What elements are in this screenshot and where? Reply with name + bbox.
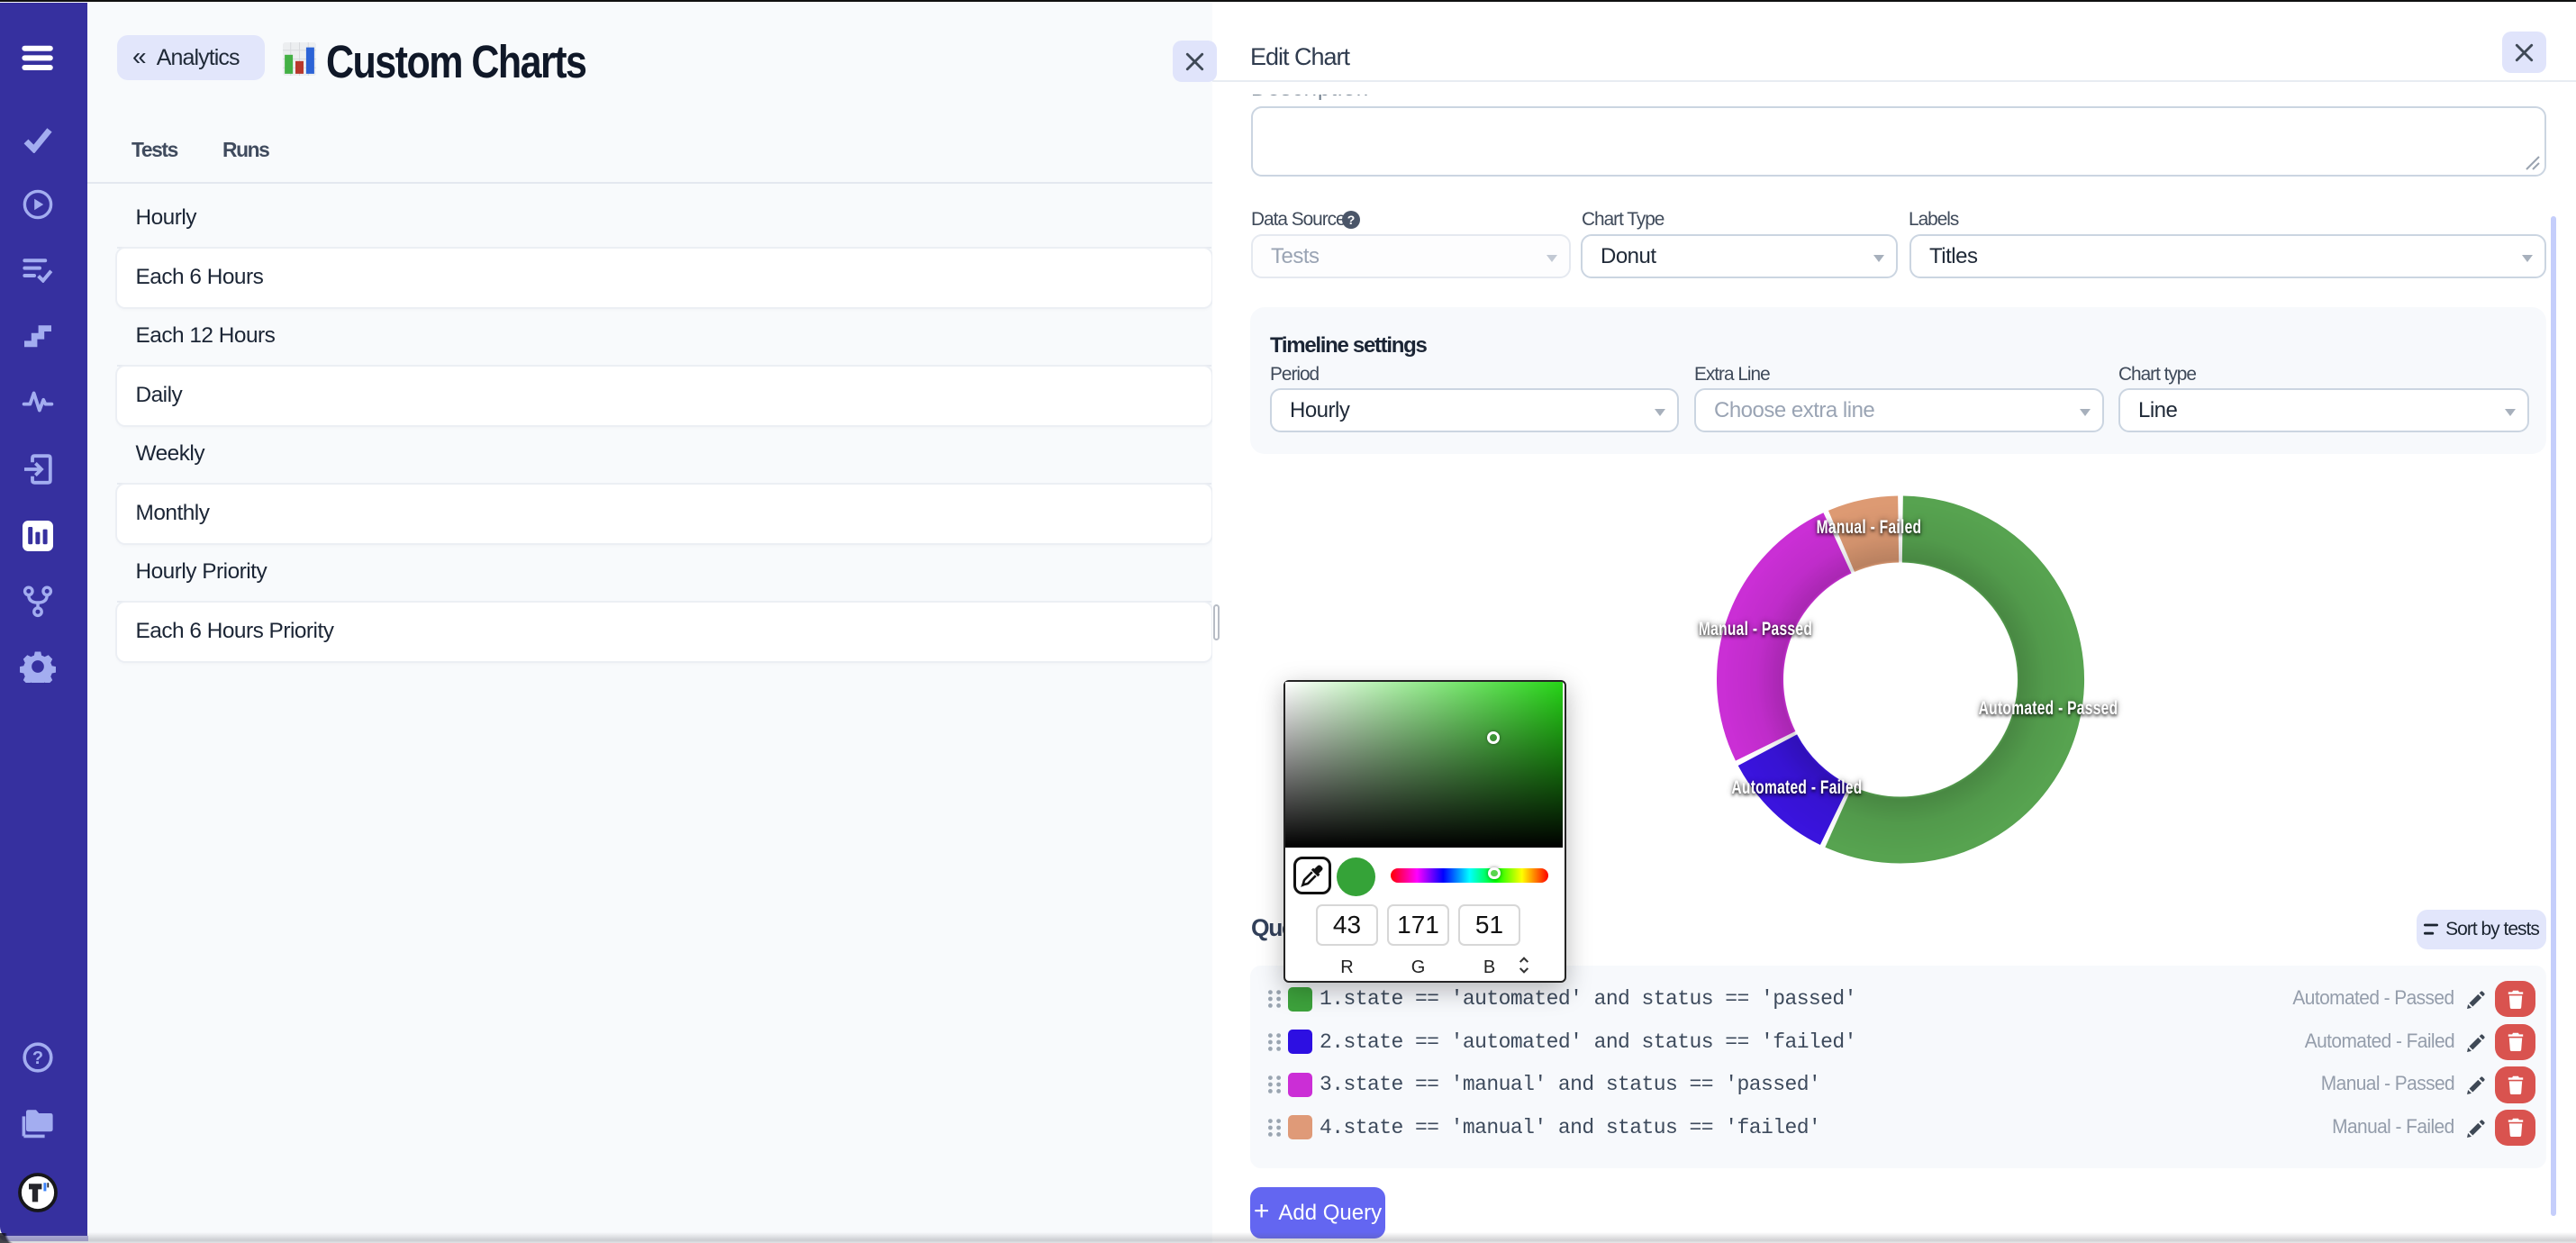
svg-text:?: ?: [32, 1048, 43, 1068]
svg-text:?: ?: [1347, 213, 1356, 227]
